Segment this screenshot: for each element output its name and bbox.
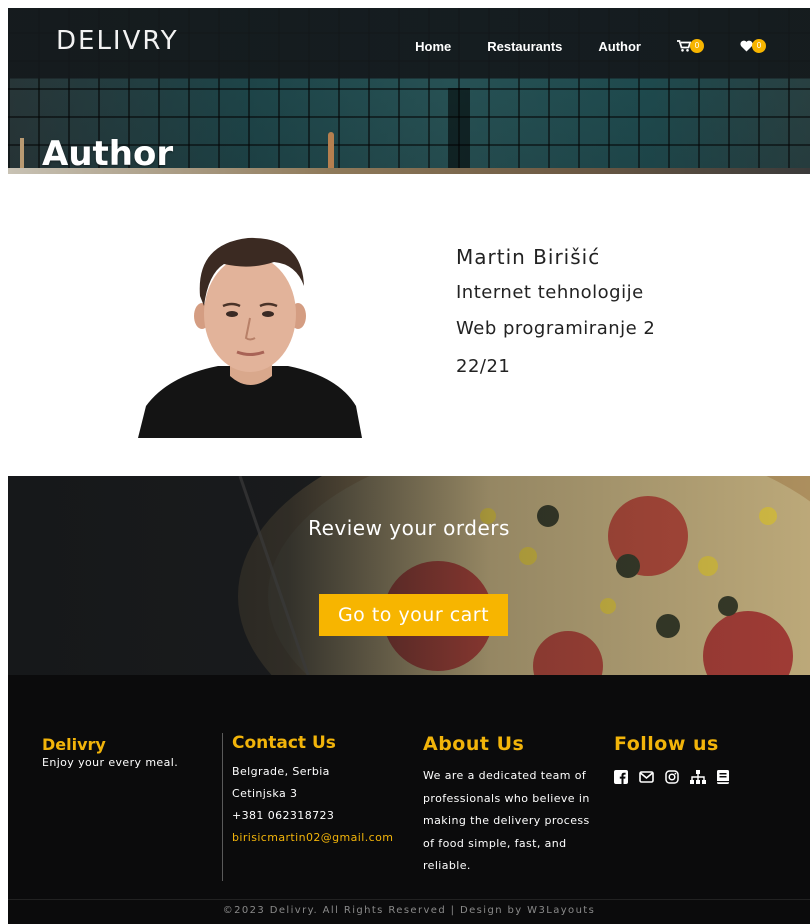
nav-restaurants[interactable]: Restaurants (487, 39, 562, 54)
contact-phone[interactable]: +381 062318723 (232, 805, 393, 827)
author-portrait-image (138, 237, 362, 438)
author-index: 22/21 (456, 356, 511, 377)
about-title: About Us (423, 733, 525, 755)
brand-logo[interactable]: DELIVRY (56, 26, 179, 56)
page-title: Author (42, 134, 174, 174)
cart-icon (677, 40, 691, 52)
main-nav: Home Restaurants Author 0 0 (415, 34, 810, 58)
contact-details: Belgrade, Serbia Cetinjska 3 +381 062318… (232, 761, 393, 849)
copyright-text: ©2023 Delivry. All Rights Reserved | Des… (222, 905, 596, 916)
book-icon[interactable] (717, 769, 729, 788)
author-photo (138, 226, 362, 438)
contact-title: Contact Us (232, 733, 336, 753)
footer-about: About Us We are a dedicated team of prof… (423, 733, 603, 878)
about-text: We are a dedicated team of professionals… (423, 769, 590, 872)
favorites-link[interactable]: 0 (740, 39, 766, 53)
facebook-icon[interactable] (614, 769, 628, 788)
contact-email[interactable]: birisicmartin02@gmail.com (232, 827, 393, 849)
review-orders-section: Review your orders Go to your cart (8, 476, 810, 675)
author-subject: Web programiranje 2 (456, 318, 656, 339)
hero-banner: DELIVRY Home Restaurants Author 0 0 Auth… (8, 8, 810, 174)
social-links (614, 769, 740, 788)
footer-divider (222, 733, 223, 881)
pizza-background-image (8, 476, 810, 675)
favorites-count-badge: 0 (752, 39, 766, 53)
contact-street: Cetinjska 3 (232, 787, 298, 800)
footer-follow: Follow us (614, 733, 740, 788)
footer-brand: Delivry Enjoy your every meal. (42, 735, 178, 769)
instagram-icon[interactable] (665, 769, 679, 788)
nav-author[interactable]: Author (598, 39, 641, 54)
envelope-icon[interactable] (639, 769, 654, 788)
footer: Delivry Enjoy your every meal. Contact U… (8, 675, 810, 924)
footer-contact: Contact Us Belgrade, Serbia Cetinjska 3 … (232, 733, 393, 849)
author-name: Martin Birišić (456, 245, 601, 269)
go-to-cart-button[interactable]: Go to your cart (319, 594, 508, 636)
nav-home[interactable]: Home (415, 39, 451, 54)
cart-link[interactable]: 0 (677, 39, 704, 53)
cta-title: Review your orders (308, 516, 510, 540)
follow-title: Follow us (614, 733, 719, 755)
footer-tagline: Enjoy your every meal. (42, 756, 179, 769)
author-info: Martin Birišić Internet tehnologije Web … (456, 244, 686, 378)
author-course: Internet tehnologije (456, 282, 644, 303)
footer-brand-title: Delivry (42, 735, 106, 754)
contact-city: Belgrade, Serbia (232, 765, 330, 778)
cart-count-badge: 0 (690, 39, 704, 53)
sitemap-icon[interactable] (690, 769, 706, 788)
